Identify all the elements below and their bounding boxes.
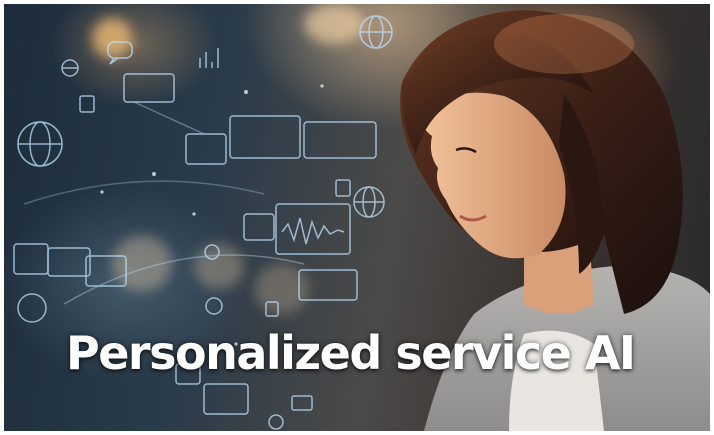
image-caption: Personalized service AI xyxy=(66,326,636,380)
hero-image: Personalized service AI xyxy=(4,4,710,431)
